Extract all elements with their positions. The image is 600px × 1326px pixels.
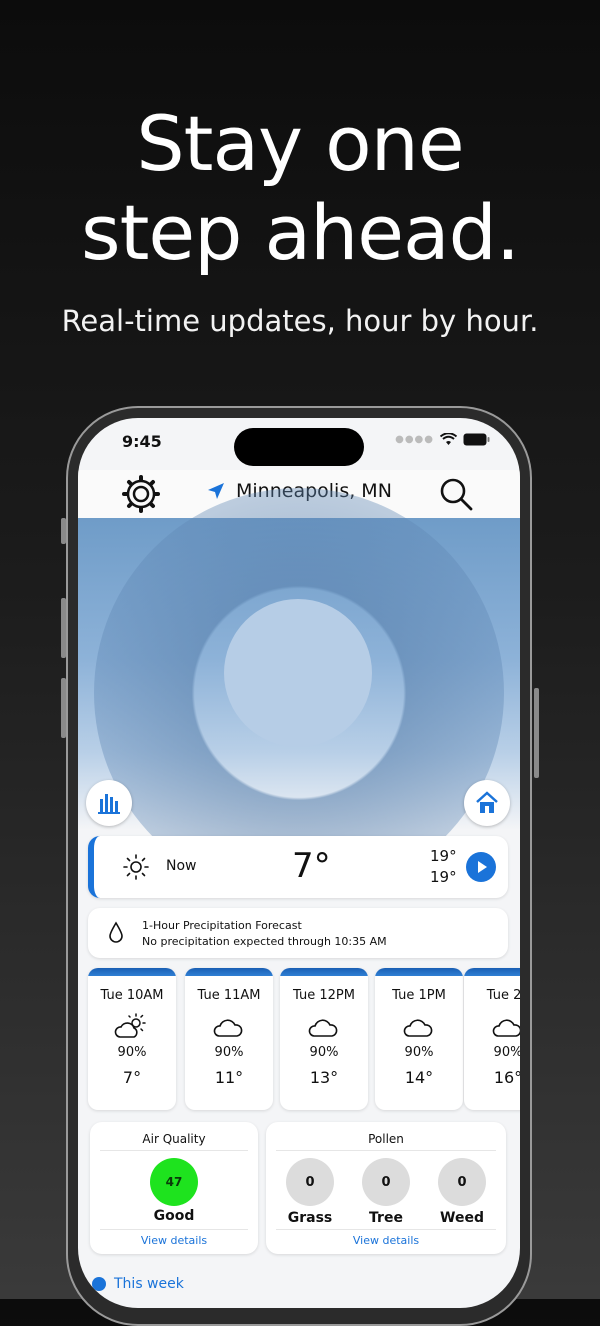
- air-quality-card[interactable]: Air Quality 47 Good View details: [90, 1122, 258, 1254]
- precipitation-title: 1-Hour Precipitation Forecast: [142, 919, 302, 932]
- this-week-label: This week: [114, 1276, 184, 1292]
- play-icon: [478, 861, 487, 873]
- raindrop-icon: [109, 921, 123, 943]
- sun-icon: [123, 854, 149, 880]
- air-quality-label: Good: [153, 1208, 195, 1224]
- air-quality-view-details[interactable]: View details: [90, 1234, 258, 1247]
- pollen-card[interactable]: Pollen 0 Grass 0 Tree 0 Weed View detail…: [266, 1122, 506, 1254]
- air-quality-title: Air Quality: [142, 1132, 206, 1146]
- hourly-card[interactable]: Tue 11AM 90% 11°: [185, 968, 273, 1110]
- cloud-icon: [375, 1013, 463, 1039]
- clock-icon: [92, 1277, 106, 1291]
- phone-screen: 9:45 ●●●● Minneapolis, MN: [78, 418, 520, 1308]
- hourly-temp: 11°: [214, 1068, 244, 1087]
- pollen-tree-value: 0: [362, 1158, 410, 1206]
- precipitation-message: No precipitation expected through 10:35 …: [142, 935, 387, 948]
- hourly-precip: 90%: [493, 1045, 520, 1060]
- dynamic-island: [234, 428, 364, 466]
- play-button[interactable]: [466, 852, 496, 882]
- pollen-grass: 0 Grass: [280, 1158, 340, 1226]
- wifi-icon: [440, 433, 457, 445]
- pollen-grass-label: Grass: [287, 1210, 333, 1226]
- hourly-precip: 90%: [117, 1045, 147, 1060]
- hourly-time: Tue 1PM: [392, 988, 446, 1003]
- bar-chart-icon: [98, 794, 120, 814]
- air-quality-index: 47: [150, 1158, 198, 1206]
- gear-icon: [122, 475, 160, 513]
- hourly-card[interactable]: Tue 12PM 90% 13°: [280, 968, 368, 1110]
- hourly-card[interactable]: Tue 2P 90% 16°: [464, 968, 520, 1110]
- hourly-time: Tue 12PM: [293, 988, 355, 1003]
- headline-line-1: Stay one: [136, 99, 464, 188]
- this-week-header[interactable]: This week: [92, 1276, 184, 1292]
- current-temperature: 7°: [292, 846, 331, 886]
- hourly-temp: 13°: [309, 1068, 339, 1087]
- settings-button[interactable]: [122, 475, 160, 517]
- low-temp: 19°: [430, 868, 457, 886]
- pollen-weed-label: Weed: [440, 1210, 484, 1226]
- home-icon: [476, 791, 498, 813]
- pollen-tree-label: Tree: [369, 1210, 403, 1226]
- pollen-view-details[interactable]: View details: [266, 1234, 506, 1247]
- search-icon: [440, 478, 473, 511]
- pollen-weed: 0 Weed: [432, 1158, 492, 1226]
- home-button[interactable]: [464, 780, 510, 826]
- hourly-temp: 7°: [122, 1068, 142, 1087]
- hourly-temp: 16°: [493, 1068, 520, 1087]
- hourly-card-accent: [185, 968, 273, 976]
- hourly-precip: 90%: [309, 1045, 339, 1060]
- current-conditions-card[interactable]: Now 7° 19° 19°: [88, 836, 508, 898]
- high-low: 19° 19°: [430, 846, 457, 888]
- hourly-card[interactable]: Tue 10AM 90% 7°: [88, 968, 176, 1110]
- signal-icon: ●●●●: [395, 434, 434, 445]
- hourly-precip: 90%: [404, 1045, 434, 1060]
- partly-sunny-icon: [88, 1013, 176, 1039]
- radar-hero: [78, 488, 520, 898]
- status-icons: ●●●●: [395, 433, 490, 446]
- hourly-time: Tue 11AM: [197, 988, 261, 1003]
- pollen-weed-value: 0: [438, 1158, 486, 1206]
- hourly-card[interactable]: Tue 1PM 90% 14°: [375, 968, 463, 1110]
- search-button[interactable]: [438, 476, 474, 516]
- hourly-precip: 90%: [214, 1045, 244, 1060]
- hourly-time: Tue 2P: [486, 988, 520, 1003]
- hourly-card-accent: [375, 968, 463, 976]
- hourly-card-accent: [280, 968, 368, 976]
- hourly-temp: 14°: [404, 1068, 434, 1087]
- status-time: 9:45: [122, 432, 162, 451]
- pollen-title: Pollen: [368, 1132, 404, 1146]
- location-arrow-icon: [208, 483, 224, 499]
- charts-button[interactable]: [86, 780, 132, 826]
- headline-line-2: step ahead.: [80, 187, 520, 277]
- promo-headline: Stay one step ahead.: [0, 99, 600, 278]
- precipitation-card[interactable]: 1-Hour Precipitation Forecast No precipi…: [88, 908, 508, 958]
- hourly-time: Tue 10AM: [100, 988, 164, 1003]
- promo-subheadline: Real-time updates, hour by hour.: [61, 304, 539, 338]
- battery-icon: [463, 433, 490, 446]
- cloud-icon: [464, 1013, 520, 1039]
- now-label: Now: [166, 858, 197, 874]
- pollen-grass-value: 0: [286, 1158, 334, 1206]
- cloud-icon: [185, 1013, 273, 1039]
- pollen-tree: 0 Tree: [356, 1158, 416, 1226]
- hourly-card-accent: [88, 968, 176, 976]
- hourly-card-accent: [464, 968, 520, 976]
- cloud-icon: [280, 1013, 368, 1039]
- high-temp: 19°: [430, 847, 457, 865]
